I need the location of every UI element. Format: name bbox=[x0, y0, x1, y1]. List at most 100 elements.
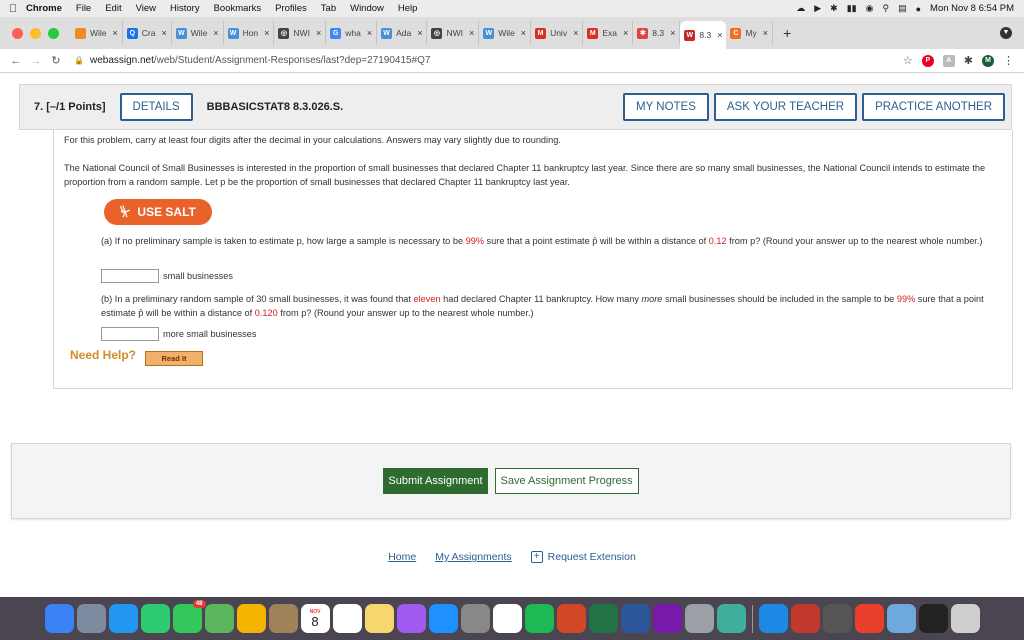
calendar-icon[interactable]: NOV 8 bbox=[300, 604, 330, 633]
zoom-window-button[interactable] bbox=[48, 27, 59, 39]
part-a-answer-input[interactable] bbox=[101, 269, 159, 283]
window-icon[interactable] bbox=[918, 604, 948, 633]
close-window-button[interactable] bbox=[12, 27, 23, 39]
browser-tab[interactable]: W Wile × bbox=[479, 21, 532, 45]
apple-icon[interactable]:  bbox=[0, 3, 26, 15]
menu-view[interactable]: View bbox=[136, 3, 156, 14]
browser-tab[interactable]: M Univ × bbox=[531, 21, 584, 45]
notes-icon[interactable] bbox=[364, 604, 394, 633]
menu-file[interactable]: File bbox=[76, 3, 91, 14]
contacts-icon[interactable] bbox=[268, 604, 298, 633]
tab-close-icon[interactable]: × bbox=[213, 28, 218, 38]
tab-close-icon[interactable]: × bbox=[521, 28, 526, 38]
tab-close-icon[interactable]: × bbox=[316, 28, 321, 38]
onenote-icon[interactable] bbox=[652, 604, 682, 633]
browser-tab[interactable]: W Hon × bbox=[224, 21, 275, 45]
tab-close-icon[interactable]: × bbox=[573, 28, 578, 38]
save-progress-button[interactable]: Save Assignment Progress bbox=[494, 468, 639, 494]
tab-close-icon[interactable]: × bbox=[717, 30, 722, 40]
submit-assignment-button[interactable]: Submit Assignment bbox=[383, 468, 488, 494]
bluetooth-icon[interactable]: ✱ bbox=[830, 3, 838, 14]
tab-close-icon[interactable]: × bbox=[623, 28, 628, 38]
wifi-icon[interactable]: ◉ bbox=[866, 3, 874, 14]
extension-icon[interactable]: A bbox=[942, 54, 955, 67]
podcasts-icon[interactable] bbox=[396, 604, 426, 633]
browser-tab[interactable]: W Ada × bbox=[377, 21, 428, 45]
part-b-answer-input[interactable] bbox=[101, 327, 159, 341]
browser-tab[interactable]: Q Cra × bbox=[123, 21, 172, 45]
browser-tab[interactable]: Wile × bbox=[71, 21, 123, 45]
safari-icon[interactable] bbox=[108, 604, 138, 633]
facetime-icon[interactable] bbox=[140, 604, 170, 633]
my-assignments-link[interactable]: My Assignments bbox=[435, 551, 511, 563]
tab-close-icon[interactable]: × bbox=[367, 28, 372, 38]
spotlight-icon[interactable]: ⚲ bbox=[882, 3, 889, 14]
calculator-icon[interactable] bbox=[822, 604, 852, 633]
menu-history[interactable]: History bbox=[170, 3, 200, 14]
browser-tab[interactable]: C My × bbox=[726, 21, 774, 45]
excel-icon[interactable] bbox=[588, 604, 618, 633]
battery-icon[interactable]: ▮▮ bbox=[847, 3, 857, 14]
browser-tab[interactable]: M Exa × bbox=[583, 21, 634, 45]
tab-close-icon[interactable]: × bbox=[763, 28, 768, 38]
reminders-icon[interactable] bbox=[332, 604, 362, 633]
home-link[interactable]: Home bbox=[388, 551, 416, 563]
browser-tab[interactable]: ◎ NWI × bbox=[427, 21, 480, 45]
system-preferences-icon[interactable] bbox=[460, 604, 490, 633]
menu-window[interactable]: Window bbox=[350, 3, 384, 14]
siri-icon[interactable]: ● bbox=[916, 4, 921, 14]
folder-icon[interactable] bbox=[886, 604, 916, 633]
chrome-icon[interactable] bbox=[492, 604, 522, 633]
menu-help[interactable]: Help bbox=[398, 3, 418, 14]
ask-your-teacher-button[interactable]: ASK YOUR TEACHER bbox=[713, 93, 858, 121]
use-salt-button[interactable]: ⏧ USE SALT bbox=[104, 199, 212, 225]
powerpoint-icon[interactable] bbox=[556, 604, 586, 633]
flash-icon[interactable] bbox=[790, 604, 820, 633]
back-button[interactable]: ← bbox=[6, 55, 26, 67]
clock[interactable]: Mon Nov 8 6:54 PM bbox=[930, 3, 1014, 14]
read-it-button[interactable]: Read It bbox=[145, 351, 203, 366]
play-status-icon[interactable]: ▶ bbox=[814, 3, 821, 14]
reload-button[interactable]: ↻ bbox=[46, 54, 66, 67]
browser-tab[interactable]: ✱ 8.3 × bbox=[633, 21, 681, 45]
profile-avatar[interactable]: M bbox=[982, 54, 994, 67]
messages-icon[interactable]: 48 bbox=[172, 600, 206, 633]
tab-close-icon[interactable]: × bbox=[162, 28, 167, 38]
details-button[interactable]: DETAILS bbox=[119, 93, 193, 121]
menu-chrome[interactable]: Chrome bbox=[26, 3, 62, 14]
tab-close-icon[interactable]: × bbox=[469, 28, 474, 38]
pinterest-extension-icon[interactable]: P bbox=[921, 54, 934, 67]
my-notes-button[interactable]: MY NOTES bbox=[623, 93, 709, 121]
tab-close-icon[interactable]: × bbox=[264, 28, 269, 38]
trash-icon[interactable] bbox=[950, 604, 980, 633]
bookmark-star-icon[interactable]: ☆ bbox=[903, 54, 913, 67]
word-icon[interactable] bbox=[620, 604, 650, 633]
address-bar[interactable]: 🔒 webassign.net/web/Student/Assignment-R… bbox=[74, 51, 903, 71]
launchpad-icon[interactable] bbox=[76, 604, 106, 633]
creative-cloud-icon[interactable] bbox=[854, 604, 884, 633]
cloud-icon[interactable] bbox=[758, 604, 788, 633]
cloud-status-icon[interactable]: ☁ bbox=[796, 3, 805, 14]
app-store-icon[interactable] bbox=[428, 604, 458, 633]
new-tab-button[interactable]: + bbox=[783, 25, 791, 41]
menu-tab[interactable]: Tab bbox=[321, 3, 336, 14]
forward-button[interactable]: → bbox=[26, 55, 46, 67]
practice-another-button[interactable]: PRACTICE ANOTHER bbox=[862, 93, 1005, 121]
browser-tab[interactable]: W 8.3 × bbox=[680, 21, 727, 49]
browser-tab[interactable]: ◎ NWI × bbox=[274, 21, 327, 45]
extensions-puzzle-icon[interactable]: ✱ bbox=[964, 54, 973, 67]
photos-icon[interactable] bbox=[236, 604, 266, 633]
minimize-window-button[interactable] bbox=[30, 27, 41, 39]
browser-tab[interactable]: Gwha × bbox=[326, 21, 378, 45]
spotify-icon[interactable] bbox=[524, 604, 554, 633]
finder-icon[interactable] bbox=[44, 604, 74, 633]
browser-menu-icon[interactable]: ⋮ bbox=[1003, 54, 1014, 67]
request-extension-link[interactable]: + Request Extension bbox=[530, 551, 636, 563]
lock-icon[interactable]: 🔒 bbox=[74, 56, 84, 65]
tab-close-icon[interactable]: × bbox=[670, 28, 675, 38]
menu-bookmarks[interactable]: Bookmarks bbox=[214, 3, 262, 14]
control-center-icon[interactable]: ▤ bbox=[898, 3, 907, 14]
menu-profiles[interactable]: Profiles bbox=[275, 3, 307, 14]
tab-search-icon[interactable]: ▼ bbox=[1000, 27, 1012, 39]
browser-tab[interactable]: W Wile × bbox=[172, 21, 224, 45]
